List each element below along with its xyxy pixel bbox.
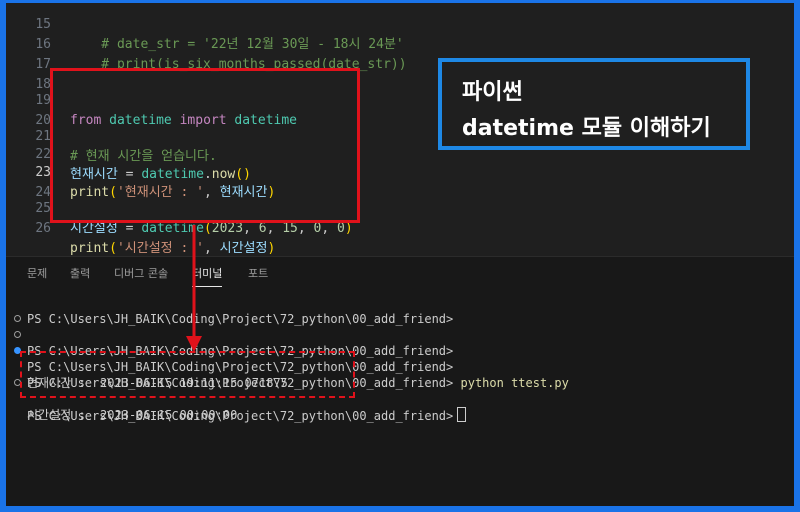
outer-frame	[0, 0, 800, 512]
